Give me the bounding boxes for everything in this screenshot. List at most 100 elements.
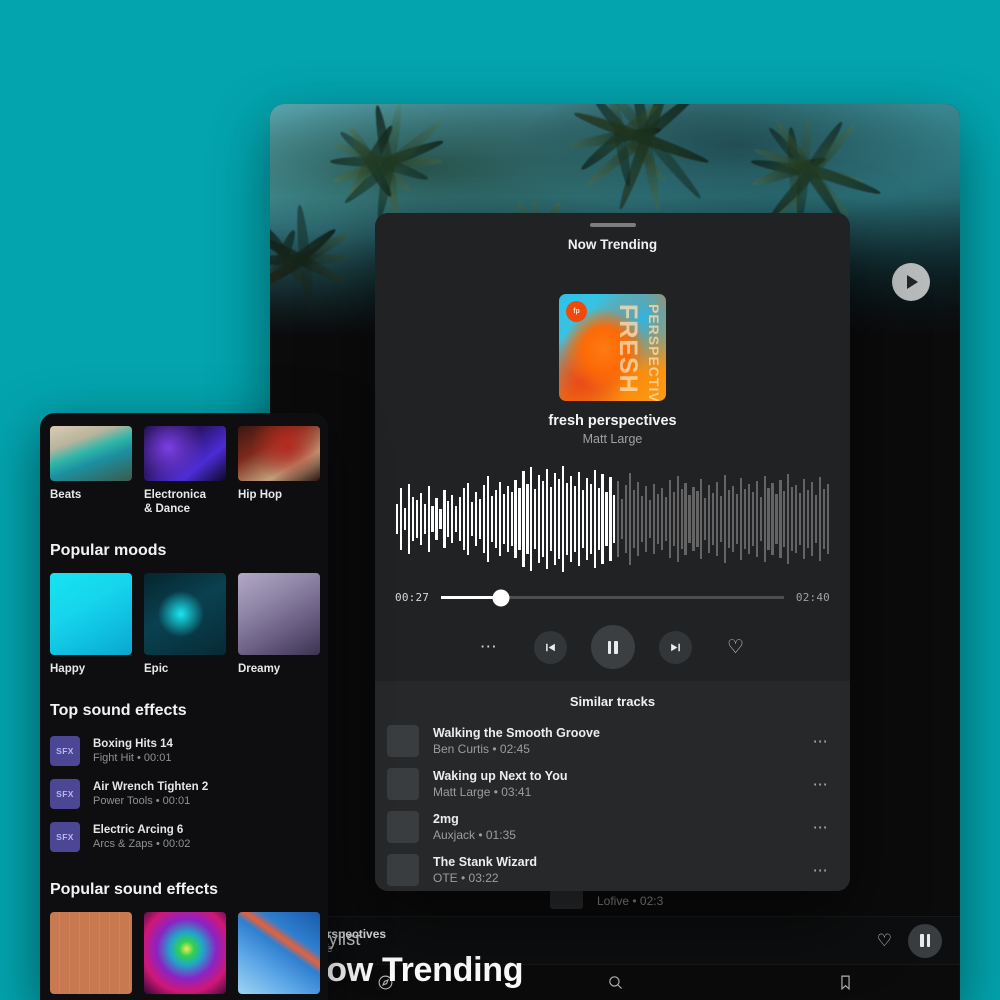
waveform-bar [704, 498, 706, 540]
similar-track-artwork [387, 854, 419, 886]
more-horizontal-icon[interactable]: ⋯ [813, 775, 830, 793]
palm-frond [772, 119, 847, 225]
library-card[interactable]: Cartoon [50, 912, 132, 1000]
more-horizontal-icon[interactable]: ⋯ [470, 637, 510, 657]
seek-handle[interactable] [493, 589, 510, 606]
waveform-scrubber[interactable] [395, 459, 830, 579]
sound-effect-subtitle: Fight Hit • 00:01 [93, 752, 173, 764]
similar-track-row[interactable]: 2mg Auxjack • 01:35 ⋯ [375, 805, 850, 848]
similar-track-artwork [387, 811, 419, 843]
library-card[interactable]: Happy [50, 573, 132, 676]
waveform-bar [791, 487, 793, 551]
similar-tracks-section: Similar tracks Walking the Smooth Groove… [375, 681, 850, 891]
sound-effect-title: Boxing Hits 14 [93, 738, 173, 750]
play-pause-button[interactable] [591, 625, 635, 669]
next-track-button[interactable] [659, 631, 692, 664]
library-card-artwork [50, 426, 132, 481]
waveform-bar [538, 475, 540, 563]
palm-frond [270, 232, 348, 288]
waveform-bar [811, 482, 813, 556]
waveform-bar [514, 480, 516, 558]
waveform-bar [767, 488, 769, 550]
waveform-bar [736, 494, 738, 544]
waveform-bar [582, 490, 584, 548]
playlist-title: Now Trending [302, 951, 523, 990]
waveform-bar [554, 473, 556, 565]
library-card[interactable]: Beats [50, 426, 132, 516]
now-playing-modal: Now Trending fp FRESH PERSPECTIVES fresh… [375, 213, 850, 891]
library-card[interactable]: Dreamy [238, 573, 320, 676]
similar-track-artwork [387, 768, 419, 800]
top-sound-effects-list: SFX Boxing Hits 14 Fight Hit • 00:01 SFX Air… [40, 733, 328, 855]
palm-frond [766, 122, 858, 222]
sound-effect-row[interactable]: SFX Electric Arcing 6 Arcs & Zaps • 00:02 [40, 819, 328, 855]
similar-track-artwork [387, 725, 419, 757]
drag-handle-icon[interactable] [590, 223, 636, 227]
palm-frond [587, 104, 670, 186]
palm-frond [270, 228, 299, 291]
heart-icon[interactable]: ♡ [877, 931, 892, 951]
hero-play-button[interactable] [892, 263, 930, 301]
palm-frond [372, 104, 403, 218]
similar-track-row[interactable]: Waking up Next to You Matt Large • 03:41 ⋯ [375, 762, 850, 805]
sound-effect-row[interactable]: SFX Boxing Hits 14 Fight Hit • 00:01 [40, 733, 328, 769]
waveform-bar [598, 488, 600, 550]
palm-frond [330, 156, 442, 167]
waveform-bar [724, 475, 726, 563]
palm-frond [615, 104, 678, 211]
library-card-artwork [238, 912, 320, 994]
waveform-bar [447, 501, 449, 537]
seek-track[interactable] [441, 596, 784, 599]
more-horizontal-icon[interactable]: ⋯ [813, 861, 830, 879]
waveform-bar [617, 481, 619, 557]
sound-effect-subtitle: Arcs & Zaps • 00:02 [93, 838, 190, 850]
library-card-artwork [238, 426, 320, 481]
waveform-bar [740, 478, 742, 560]
similar-track-row[interactable]: Walking the Smooth Groove Ben Curtis • 02… [375, 719, 850, 762]
waveform-bar [684, 483, 686, 555]
palm-frond [750, 154, 827, 190]
waveform-bar [799, 493, 801, 545]
more-horizontal-icon[interactable]: ⋯ [813, 818, 830, 836]
library-card-label: Electronica & Dance [144, 488, 226, 516]
library-card[interactable]: Epic [144, 573, 226, 676]
palm-frond [346, 123, 397, 200]
play-icon [907, 275, 918, 289]
waveform-bar [748, 484, 750, 554]
tab-saved[interactable] [730, 974, 960, 991]
palm-frond [345, 124, 395, 199]
palm-frond [578, 104, 661, 174]
waveform-bar [471, 502, 473, 536]
previous-track-button[interactable] [534, 631, 567, 664]
waveform-bar [550, 487, 552, 551]
waveform-bar [815, 495, 817, 543]
palm-frond [752, 145, 882, 199]
waveform-bar [760, 497, 762, 541]
waveform-bar [649, 500, 651, 538]
heart-icon[interactable]: ♡ [716, 636, 756, 659]
more-horizontal-icon[interactable]: ⋯ [813, 732, 830, 750]
similar-track-meta: The Stank Wizard OTE • 03:22 [433, 855, 813, 885]
library-card[interactable]: Hip Hop [238, 426, 320, 516]
waveform-bar [771, 483, 773, 555]
waveform-bar [443, 490, 445, 548]
library-card[interactable]: Whoosh [144, 912, 226, 1000]
waveform-bar [633, 490, 635, 548]
waveform-bar [744, 489, 746, 549]
similar-track-subtitle: Ben Curtis • 02:45 [433, 742, 813, 756]
similar-track-row[interactable]: The Stank Wizard OTE • 03:22 ⋯ [375, 848, 850, 891]
waveform-bar [653, 484, 655, 554]
palm-frond [615, 104, 678, 212]
waveform-bar [507, 486, 509, 552]
palm-frond [270, 228, 353, 291]
palm-frond [785, 127, 803, 216]
sound-effect-row[interactable]: SFX Air Wrench Tighten 2 Power Tools • 00:… [40, 776, 328, 812]
waveform-bar [629, 473, 631, 565]
library-card[interactable]: Footsteps [238, 912, 320, 1000]
library-card-label: Dreamy [238, 662, 320, 676]
tab-search[interactable] [500, 974, 730, 991]
mini-player-pause-button[interactable] [908, 924, 942, 958]
library-card[interactable]: Electronica & Dance [144, 426, 226, 516]
palm-frond [332, 136, 446, 186]
popular-moods-heading: Popular moods [40, 542, 328, 560]
